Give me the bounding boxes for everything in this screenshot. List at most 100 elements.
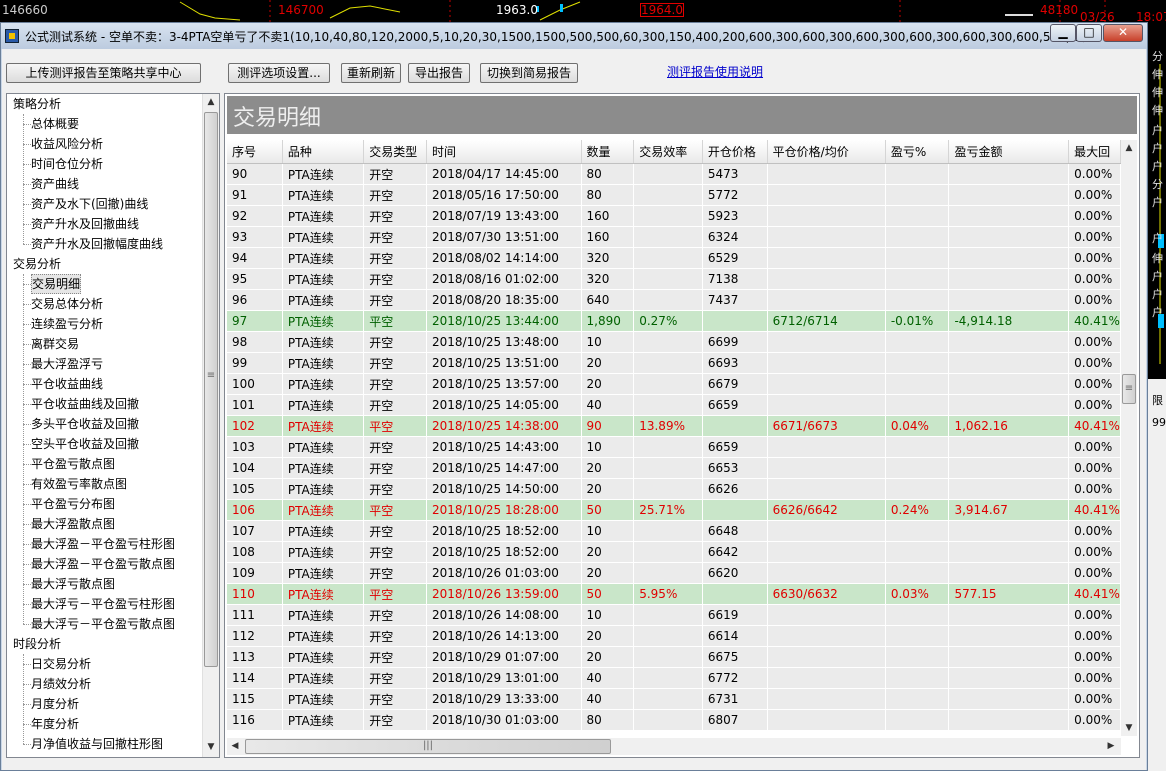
trade-row[interactable]: 98 PTA连续 开空 2018/10/25 13:48:00 10 6699 0.00% (227, 331, 1121, 353)
test-options-button[interactable]: 测评选项设置... (228, 63, 330, 83)
close-button[interactable]: ✕ (1103, 24, 1143, 42)
trade-row[interactable]: 105 PTA连续 开空 2018/10/25 14:50:00 20 6626 0.00% (227, 478, 1121, 500)
tree-item[interactable]: 交易明细 (31, 274, 82, 294)
trade-row[interactable]: 94 PTA连续 开空 2018/08/02 14:14:00 320 6529 0.00% (227, 247, 1121, 269)
tree-item[interactable]: 最大浮盈浮亏 (31, 354, 103, 374)
grid-scroll-right-icon[interactable]: ▶ (1103, 738, 1119, 754)
column-header[interactable]: 交易类型 (363, 140, 428, 164)
trade-row[interactable]: 110 PTA连续 平空 2018/10/26 13:59:00 50 5.95% 6630… (227, 583, 1121, 605)
trade-cell: 开空 (363, 226, 428, 248)
tree-item[interactable]: 最大浮亏－平仓盈亏柱形图 (31, 594, 175, 614)
tree-scroll-thumb[interactable] (204, 112, 218, 667)
trade-row[interactable]: 93 PTA连续 开空 2018/07/30 13:51:00 160 6324 0.00% (227, 226, 1121, 248)
tree-group-1[interactable]: 交易分析 (13, 254, 61, 274)
tree-item[interactable]: 最大浮盈－平仓盈亏散点图 (31, 554, 175, 574)
grid-scroll-down-icon[interactable]: ▼ (1121, 720, 1137, 736)
tree-item[interactable]: 多头平仓收益及回撤 (31, 414, 139, 434)
tree-item[interactable]: 月净值收益与回撤柱形图 (31, 734, 163, 754)
tree-item[interactable]: 最大浮盈散点图 (31, 514, 115, 534)
tree-group-0[interactable]: 策略分析 (13, 94, 61, 114)
column-header[interactable]: 品种 (282, 140, 365, 164)
tree-item[interactable]: 资产曲线 (31, 174, 79, 194)
tree-item[interactable]: 有效盈亏率散点图 (31, 474, 127, 494)
trade-cell: 0.00% (1068, 625, 1121, 647)
column-header[interactable]: 盈亏% (885, 140, 950, 164)
tree-scrollbar[interactable]: ▲ ≡ ▼ (202, 94, 219, 757)
trade-cell (948, 205, 1070, 227)
tree-item[interactable]: 日交易分析 (31, 654, 91, 674)
tree-item[interactable]: 最大浮亏散点图 (31, 574, 115, 594)
tree-item[interactable]: 总体概要 (31, 114, 79, 134)
trade-row[interactable]: 95 PTA连续 开空 2018/08/16 01:02:00 320 7138 0.00% (227, 268, 1121, 290)
trade-row[interactable]: 108 PTA连续 开空 2018/10/25 18:52:00 20 6642 0.00% (227, 541, 1121, 563)
tree-item[interactable]: 年度分析 (31, 714, 79, 734)
refresh-button[interactable]: 重新刷新 (341, 63, 401, 83)
maximize-button[interactable]: □ (1076, 24, 1102, 42)
trade-row[interactable]: 96 PTA连续 开空 2018/08/20 18:35:00 640 7437 0.00% (227, 289, 1121, 311)
tree-item[interactable]: 离群交易 (31, 334, 79, 354)
report-help-link[interactable]: 测评报告使用说明 (667, 63, 763, 80)
tree-item[interactable]: 月绩效分析 (31, 674, 91, 694)
grid-horizontal-scrollbar[interactable]: ◀ ||| ▶ (227, 738, 1121, 755)
trade-row[interactable]: 102 PTA连续 平空 2018/10/25 14:38:00 90 13.89% 667… (227, 415, 1121, 437)
trade-row[interactable]: 106 PTA连续 平空 2018/10/25 18:28:00 50 25.71% 662… (227, 499, 1121, 521)
trade-row[interactable]: 113 PTA连续 开空 2018/10/29 01:07:00 20 6675 0.00% (227, 646, 1121, 668)
trade-row[interactable]: 101 PTA连续 开空 2018/10/25 14:05:00 40 6659 0.00% (227, 394, 1121, 416)
title-bar[interactable]: 公式测试系统 - 空单不卖：3-4PTA空单亏了不卖1(10,10,40,80,… (1, 23, 1147, 49)
tree-scroll-down-icon[interactable]: ▼ (203, 739, 219, 755)
tree-item[interactable]: 连续盈亏分析 (31, 314, 103, 334)
grid-scroll-left-icon[interactable]: ◀ (227, 738, 243, 754)
trade-row[interactable]: 97 PTA连续 平空 2018/10/25 13:44:00 1,890 0.27% 67… (227, 310, 1121, 332)
trade-row[interactable]: 116 PTA连续 开空 2018/10/30 01:03:00 80 6807 0.00% (227, 709, 1121, 731)
trade-row[interactable]: 112 PTA连续 开空 2018/10/26 14:13:00 20 6614 0.00% (227, 625, 1121, 647)
trade-cell: 0.00% (1068, 478, 1121, 500)
grid-vertical-scrollbar[interactable]: ▲ ≡ ▼ (1121, 140, 1137, 736)
column-header[interactable]: 数量 (581, 140, 635, 164)
column-header[interactable]: 交易效率 (633, 140, 703, 164)
tree-item[interactable]: 平仓盈亏散点图 (31, 454, 115, 474)
upload-report-button[interactable]: 上传测评报告至策略共享中心 (6, 63, 201, 83)
tree-item[interactable]: 交易总体分析 (31, 294, 103, 314)
column-header[interactable]: 平仓价格/均价 (767, 140, 886, 164)
trade-row[interactable]: 107 PTA连续 开空 2018/10/25 18:52:00 10 6648 0.00% (227, 520, 1121, 542)
tree-item[interactable]: 资产升水及回撤曲线 (31, 214, 139, 234)
tree-item[interactable]: 空头平仓收益及回撤 (31, 434, 139, 454)
trade-row[interactable]: 114 PTA连续 开空 2018/10/29 13:01:00 40 6772 0.00% (227, 667, 1121, 689)
column-header[interactable]: 时间 (426, 140, 582, 164)
tree-item[interactable]: 时间仓位分析 (31, 154, 103, 174)
trade-row[interactable]: 100 PTA连续 开空 2018/10/25 13:57:00 20 6679 0.00% (227, 373, 1121, 395)
tree-item[interactable]: 资产及水下(回撤)曲线 (31, 194, 148, 214)
tree-scroll-up-icon[interactable]: ▲ (203, 94, 219, 110)
column-header[interactable]: 最大回 (1068, 140, 1121, 164)
trade-cell: 577.15 (948, 583, 1070, 605)
trade-row[interactable]: 104 PTA连续 开空 2018/10/25 14:47:00 20 6653 0.00% (227, 457, 1121, 479)
switch-simple-report-button[interactable]: 切换到简易报告 (480, 63, 578, 83)
tree-item[interactable]: 平仓盈亏分布图 (31, 494, 115, 514)
tree-item[interactable]: 最大浮盈－平仓盈亏柱形图 (31, 534, 175, 554)
trade-cell: PTA连续 (282, 499, 365, 521)
tree-item[interactable]: 资产升水及回撤幅度曲线 (31, 234, 163, 254)
trade-cell: 113 (227, 646, 283, 668)
minimize-button[interactable]: ▁ (1050, 24, 1076, 42)
tree-item[interactable]: 收益风险分析 (31, 134, 103, 154)
tree-item[interactable]: 最大浮亏－平仓盈亏散点图 (31, 614, 175, 634)
trade-row[interactable]: 109 PTA连续 开空 2018/10/26 01:03:00 20 6620 0.00% (227, 562, 1121, 584)
trade-row[interactable]: 103 PTA连续 开空 2018/10/25 14:43:00 10 6659 0.00% (227, 436, 1121, 458)
trade-row[interactable]: 111 PTA连续 开空 2018/10/26 14:08:00 10 6619 0.00% (227, 604, 1121, 626)
trade-row[interactable]: 91 PTA连续 开空 2018/05/16 17:50:00 80 5772 0.00% (227, 184, 1121, 206)
grid-scroll-up-icon[interactable]: ▲ (1121, 140, 1137, 156)
column-header[interactable]: 序号 (227, 140, 283, 164)
trade-row[interactable]: 90 PTA连续 开空 2018/04/17 14:45:00 80 5473 0.00% (227, 163, 1121, 185)
tree-group-2[interactable]: 时段分析 (13, 634, 61, 654)
column-header[interactable]: 开仓价格 (702, 140, 768, 164)
trade-row[interactable]: 92 PTA连续 开空 2018/07/19 13:43:00 160 5923 0.00% (227, 205, 1121, 227)
export-report-button[interactable]: 导出报告 (408, 63, 470, 83)
column-header[interactable]: 盈亏金额 (948, 140, 1070, 164)
trade-cell (767, 541, 886, 563)
tree-item[interactable]: 月度分析 (31, 694, 79, 714)
tree-item[interactable]: 平仓收益曲线 (31, 374, 103, 394)
trade-cell: 6614 (702, 625, 768, 647)
trade-row[interactable]: 99 PTA连续 开空 2018/10/25 13:51:00 20 6693 0.00% (227, 352, 1121, 374)
trade-row[interactable]: 115 PTA连续 开空 2018/10/29 13:33:00 40 6731 0.00% (227, 688, 1121, 710)
tree-item[interactable]: 平仓收益曲线及回撤 (31, 394, 139, 414)
